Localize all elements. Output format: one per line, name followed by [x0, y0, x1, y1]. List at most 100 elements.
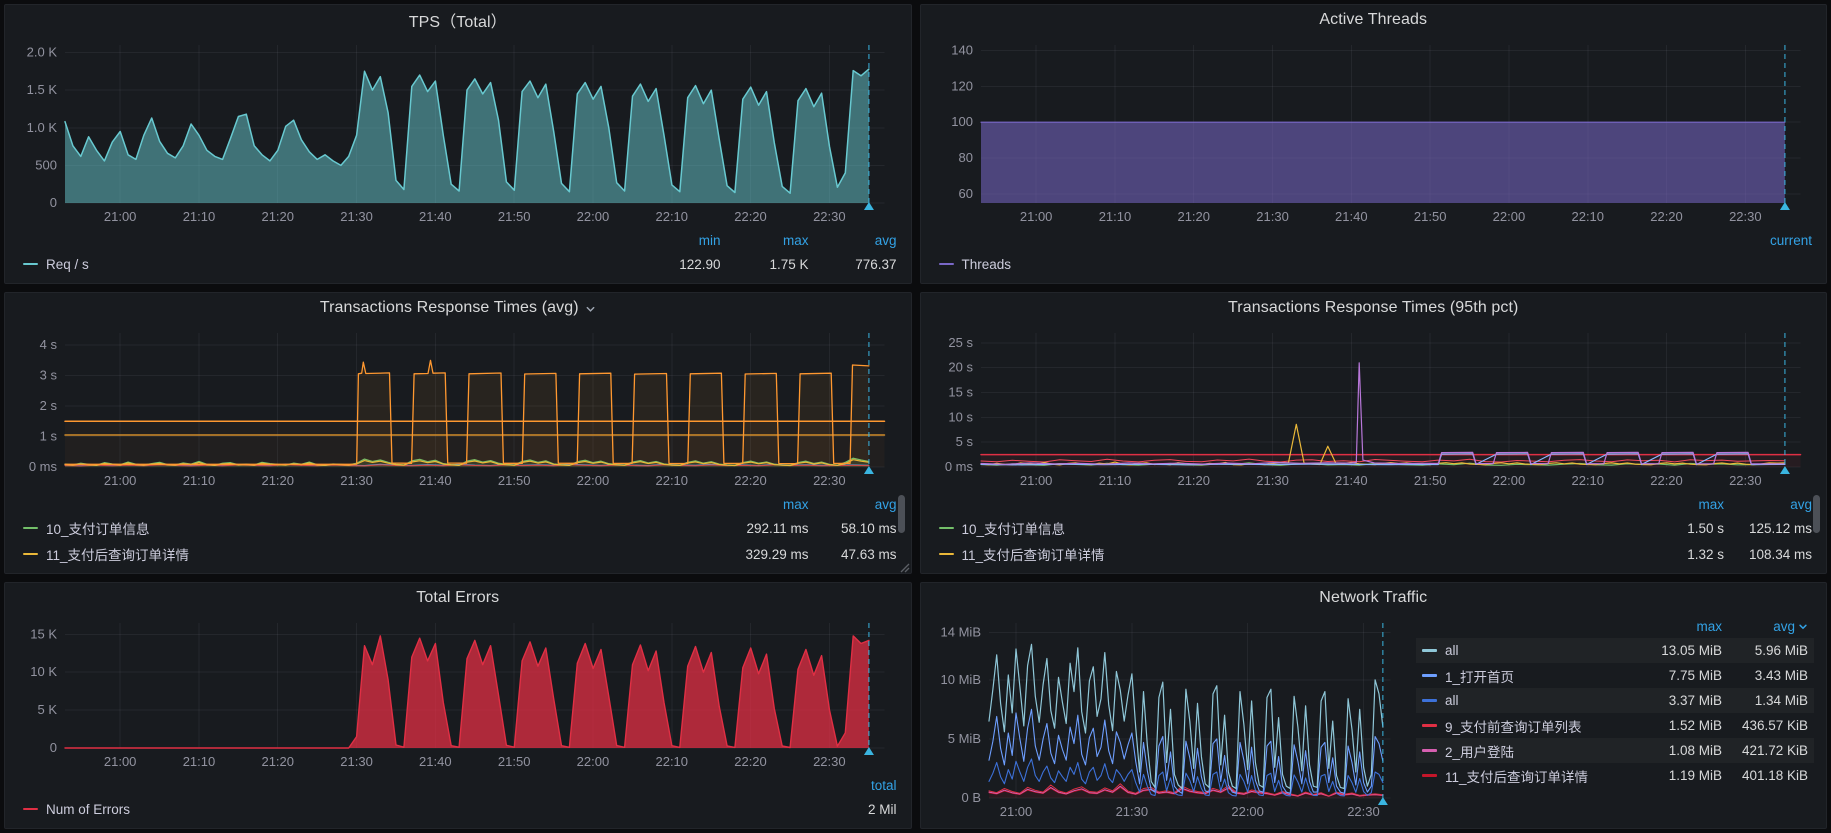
svg-text:2.0 K: 2.0 K: [27, 45, 58, 60]
svg-text:21:00: 21:00: [104, 209, 137, 224]
svg-text:21:20: 21:20: [261, 754, 294, 769]
panel-errors-header[interactable]: Total Errors: [15, 583, 901, 613]
series-name[interactable]: all: [1445, 643, 1459, 658]
series-name[interactable]: 1_打开首页: [1445, 666, 1514, 686]
svg-text:0: 0: [50, 740, 57, 755]
legend-header-max[interactable]: max: [721, 497, 809, 512]
panel-network-header[interactable]: Network Traffic: [931, 583, 1817, 613]
series-name[interactable]: 11_支付后查询订单详情: [962, 544, 1105, 564]
svg-text:0 B: 0 B: [961, 790, 981, 805]
tps-chart[interactable]: 05001.0 K1.5 K2.0 K21:0021:1021:2021:302…: [15, 35, 901, 229]
threads-legend: current Threads: [931, 229, 1817, 279]
series-name[interactable]: all: [1445, 693, 1459, 708]
legend-row: 10_支付订单信息 292.11 ms 58.10 ms: [23, 515, 897, 541]
svg-text:5 s: 5 s: [955, 434, 973, 449]
legend-row: 9_支付前查询订单列表 1.52 MiB 436.57 KiB: [1416, 713, 1814, 738]
rt-avg-legend: max avg 10_支付订单信息 292.11 ms 58.10 ms 11_…: [15, 493, 901, 569]
legend-row: 11_支付后查询订单详情 329.29 ms 47.63 ms: [23, 541, 897, 567]
series-max-value: 329.29 ms: [721, 547, 809, 562]
threads-chart[interactable]: 608010012014021:0021:1021:2021:3021:4021…: [931, 35, 1817, 229]
legend-header-current[interactable]: current: [1724, 233, 1812, 248]
tps-chart-area: 05001.0 K1.5 K2.0 K21:0021:1021:2021:302…: [15, 35, 901, 229]
legend-header-min[interactable]: min: [633, 233, 721, 248]
series-avg-value: 1.34 MiB: [1722, 693, 1808, 708]
svg-text:22:30: 22:30: [1729, 473, 1762, 488]
svg-text:21:20: 21:20: [261, 473, 294, 488]
panel-threads: Active Threads 608010012014021:0021:1021…: [920, 4, 1828, 284]
svg-text:22:10: 22:10: [655, 473, 688, 488]
series-avg-value: 401.18 KiB: [1722, 768, 1808, 783]
network-chart[interactable]: 0 B5 MiB10 MiB14 MiB21:0021:3022:0022:30: [931, 613, 1407, 824]
series-name[interactable]: Num of Errors: [46, 802, 130, 817]
panel-tps-header[interactable]: TPS（Total）: [15, 5, 901, 35]
threads-legend-header-row: current: [939, 229, 1813, 251]
errors-chart[interactable]: 05 K10 K15 K21:0021:1021:2021:3021:4021:…: [15, 613, 901, 774]
svg-text:21:00: 21:00: [1019, 209, 1052, 224]
chevron-down-icon: [1798, 622, 1808, 632]
panel-title-rt-avg: Transactions Response Times (avg): [320, 299, 579, 317]
rt-95-legend-header-row: max avg: [939, 493, 1813, 515]
errors-legend-header-row: total: [23, 774, 897, 796]
rt-95-chart[interactable]: 0 ms5 s10 s15 s20 s25 s21:0021:1021:2021…: [931, 323, 1817, 493]
svg-text:22:00: 22:00: [577, 209, 610, 224]
svg-text:22:20: 22:20: [734, 754, 767, 769]
svg-text:21:30: 21:30: [1256, 473, 1289, 488]
svg-text:21:50: 21:50: [1413, 209, 1446, 224]
svg-text:80: 80: [958, 150, 972, 165]
svg-text:22:00: 22:00: [577, 473, 610, 488]
series-name[interactable]: 10_支付订单信息: [46, 518, 150, 538]
svg-text:21:40: 21:40: [1335, 209, 1368, 224]
panel-rt-95-header[interactable]: Transactions Response Times (95th pct): [931, 293, 1817, 323]
series-name[interactable]: 10_支付订单信息: [962, 518, 1066, 538]
panel-title-rt-95: Transactions Response Times (95th pct): [1228, 299, 1518, 317]
rt-avg-chart-area: 0 ms1 s2 s3 s4 s21:0021:1021:2021:3021:4…: [15, 323, 901, 493]
panel-title-tps: TPS（Total）: [409, 8, 507, 32]
series-min-value: 122.90: [633, 257, 721, 272]
series-name[interactable]: Req / s: [46, 257, 89, 272]
panel-resize-handle[interactable]: [898, 560, 910, 572]
legend-scrollbar[interactable]: [898, 495, 905, 533]
legend-header-max[interactable]: max: [721, 233, 809, 248]
svg-text:120: 120: [951, 78, 973, 93]
series-color-dash: [23, 527, 38, 530]
legend-header-avg[interactable]: avg: [1724, 497, 1812, 512]
series-name[interactable]: 11_支付后查询订单详情: [46, 544, 189, 564]
tps-legend: min max avg Req / s 122.90 1.75 K 776.37: [15, 229, 901, 279]
network-legend: max avg all 13.05 MiB 5.96 MiB 1_打开首页: [1406, 613, 1816, 824]
series-name[interactable]: 11_支付后查询订单详情: [1445, 766, 1588, 786]
network-legend-rows: all 13.05 MiB 5.96 MiB 1_打开首页 7.75 MiB 3…: [1416, 638, 1814, 788]
legend-header-avg[interactable]: avg: [809, 497, 897, 512]
svg-text:21:50: 21:50: [1413, 473, 1446, 488]
svg-text:15 s: 15 s: [948, 385, 973, 400]
svg-text:100: 100: [951, 114, 973, 129]
panel-network: Network Traffic 0 B5 MiB10 MiB14 MiB21:0…: [920, 582, 1828, 829]
svg-text:21:40: 21:40: [419, 473, 452, 488]
series-max-value: 1.52 MiB: [1636, 718, 1722, 733]
legend-header-total[interactable]: total: [809, 778, 897, 793]
tps-legend-header-row: min max avg: [23, 229, 897, 251]
series-color-dash: [939, 527, 954, 530]
svg-text:22:00: 22:00: [1231, 804, 1264, 819]
panel-threads-header[interactable]: Active Threads: [931, 5, 1817, 35]
legend-scrollbar[interactable]: [1813, 495, 1820, 533]
series-name[interactable]: 2_用户登陆: [1445, 741, 1514, 761]
series-color-dash: [1422, 674, 1437, 677]
legend-header-avg[interactable]: avg: [1722, 619, 1808, 634]
threads-chart-area: 608010012014021:0021:1021:2021:3021:4021…: [931, 35, 1817, 229]
rt-avg-chart[interactable]: 0 ms1 s2 s3 s4 s21:0021:1021:2021:3021:4…: [15, 323, 901, 493]
svg-text:1 s: 1 s: [40, 429, 58, 444]
series-avg-value: 3.43 MiB: [1722, 668, 1808, 683]
series-name[interactable]: 9_支付前查询订单列表: [1445, 716, 1582, 736]
legend-row: all 3.37 MiB 1.34 MiB: [1416, 688, 1814, 713]
series-max-value: 7.75 MiB: [1636, 668, 1722, 683]
legend-header-avg[interactable]: avg: [809, 233, 897, 248]
svg-text:22:30: 22:30: [1347, 804, 1380, 819]
network-legend-header-row: max avg: [1416, 615, 1814, 638]
series-name[interactable]: Threads: [962, 257, 1012, 272]
legend-header-max[interactable]: max: [1636, 619, 1722, 634]
panel-rt-avg-header[interactable]: Transactions Response Times (avg): [15, 293, 901, 323]
legend-header-max[interactable]: max: [1636, 497, 1724, 512]
svg-text:21:30: 21:30: [1115, 804, 1148, 819]
series-max-value: 1.19 MiB: [1636, 768, 1722, 783]
svg-text:21:50: 21:50: [498, 754, 531, 769]
